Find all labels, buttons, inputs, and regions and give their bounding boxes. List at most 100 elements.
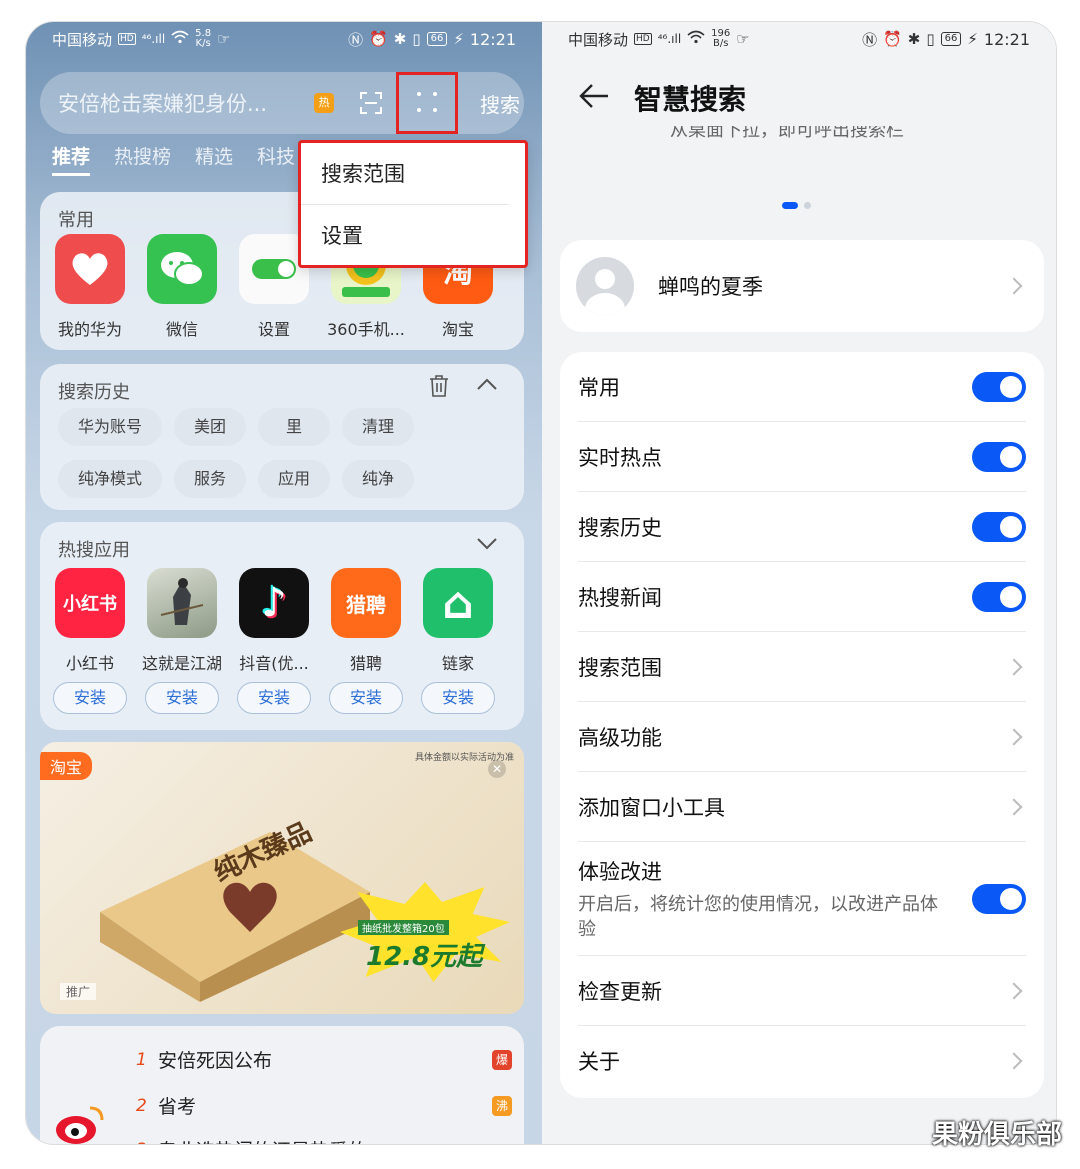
- toggle-switch[interactable]: [972, 511, 1026, 542]
- install-button[interactable]: 安装: [237, 682, 311, 714]
- news-item[interactable]: 2 省考 沸: [136, 1092, 512, 1119]
- news-badge: 沸: [492, 1095, 512, 1116]
- history-chip[interactable]: 应用: [258, 460, 331, 498]
- hand-icon: ☞: [736, 30, 750, 48]
- news-item[interactable]: 1 安倍死因公布 爆: [136, 1046, 512, 1073]
- app-label: 淘宝: [441, 320, 474, 339]
- tissue-box-image: [80, 802, 380, 1006]
- toggle-switch[interactable]: [972, 581, 1026, 612]
- install-button[interactable]: 安装: [421, 682, 495, 714]
- setting-row-hot-news[interactable]: 热搜新闻: [578, 562, 1026, 632]
- app-label: 小红书: [65, 654, 114, 673]
- hot-apps-card: 热搜应用 小红书 小红书 安装 这就是江湖 安装 ♪ 抖音(优... 安装 猎聘…: [40, 522, 524, 730]
- setting-row-about[interactable]: 关于: [578, 1026, 1026, 1096]
- toggle-switch[interactable]: [972, 371, 1026, 402]
- setting-row-realtime-hot[interactable]: 实时热点: [578, 422, 1026, 492]
- app-wechat[interactable]: 微信: [136, 234, 228, 340]
- setting-label: 检查更新: [578, 979, 662, 1004]
- search-input[interactable]: 安倍枪击案嫌犯身份...: [58, 88, 290, 118]
- search-panel: 中国移动 HD ⁴⁶.ıll 5.8 K/s ☞ Ⓝ ⏰ ✱ ▯ 66 ⚡ 12:…: [26, 22, 542, 1144]
- news-item[interactable]: 3 专业选热门的还是热爱的: [136, 1136, 512, 1145]
- page-dot: [804, 202, 811, 209]
- chevron-right-icon: [1005, 277, 1023, 295]
- history-chip[interactable]: 纯净: [342, 460, 415, 498]
- history-chip[interactable]: 清理: [342, 408, 415, 446]
- install-button[interactable]: 安装: [329, 682, 403, 714]
- history-chip[interactable]: 纯净模式: [58, 460, 163, 498]
- status-time: 12:21: [469, 29, 516, 49]
- chevron-right-icon: [1005, 982, 1023, 999]
- setting-row-common[interactable]: 常用: [578, 352, 1026, 422]
- hot-app-liepin[interactable]: 猎聘 猎聘 安装: [320, 568, 412, 714]
- hot-app-xiaohongshu[interactable]: 小红书 小红书 安装: [44, 568, 136, 714]
- history-chip[interactable]: 里: [258, 408, 331, 446]
- news-rank: 3: [136, 1140, 158, 1145]
- hd-icon: HD: [118, 33, 136, 45]
- history-chip-list: 华为账号 美团 里 清理 纯净模式 服务 应用 纯净: [58, 408, 458, 498]
- setting-row-add-widget[interactable]: 添加窗口小工具: [578, 772, 1026, 842]
- screenshot-frame: 中国移动 HD ⁴⁶.ıll 5.8 K/s ☞ Ⓝ ⏰ ✱ ▯ 66 ⚡ 12:…: [26, 22, 1056, 1144]
- back-arrow-icon[interactable]: [578, 80, 610, 112]
- setting-label: 常用: [578, 375, 620, 400]
- carrier-label: 中国移动: [52, 30, 113, 49]
- more-menu-button[interactable]: [396, 72, 458, 134]
- weibo-icon: [54, 1102, 106, 1144]
- install-button[interactable]: 安装: [53, 682, 127, 714]
- news-title: 省考: [158, 1096, 197, 1118]
- tab-featured[interactable]: 精选: [195, 142, 233, 176]
- tab-tech[interactable]: 科技: [257, 142, 295, 176]
- chevron-up-icon[interactable]: [476, 376, 498, 395]
- setting-row-experience[interactable]: 体验改进 开启后，将统计您的使用情况，以改进产品体验: [578, 842, 1026, 956]
- toggle-switch[interactable]: [972, 883, 1026, 914]
- setting-label: 热搜新闻: [578, 585, 662, 610]
- wechat-icon: [147, 234, 217, 304]
- close-icon[interactable]: ✕: [488, 760, 506, 778]
- battery-icon: 66: [940, 32, 962, 46]
- intro-text-clipped: 从桌面下拉，即可呼出搜索栏: [670, 126, 904, 140]
- chevron-right-icon: [1005, 658, 1023, 675]
- app-my-huawei[interactable]: 我的华为: [44, 234, 136, 340]
- tab-recommend[interactable]: 推荐: [52, 142, 91, 176]
- hand-icon: ☞: [217, 30, 231, 48]
- toggle-switch[interactable]: [972, 441, 1026, 472]
- search-history-card: 搜索历史 华为账号 美团 里 清理 纯净模式 服务 应用 纯净: [40, 364, 524, 510]
- page-title: 智慧搜索: [634, 83, 747, 116]
- menu-item-settings[interactable]: 设置: [301, 205, 525, 267]
- status-bar: 中国移动 HD ⁴⁶.ıll 196 B/s ☞ Ⓝ ⏰ ✱ ▯ 66 ⚡ 12:…: [542, 22, 1056, 56]
- history-title: 搜索历史: [58, 382, 130, 403]
- lianjia-icon: ⌂: [423, 568, 493, 638]
- install-button[interactable]: 安装: [145, 682, 219, 714]
- ad-price: 12.8元起: [366, 942, 483, 972]
- trash-icon[interactable]: [428, 374, 450, 402]
- account-row[interactable]: 蝉鸣的夏季: [560, 240, 1044, 332]
- setting-row-search-scope[interactable]: 搜索范围: [578, 632, 1026, 702]
- charging-icon: ⚡: [967, 30, 978, 48]
- setting-row-search-history[interactable]: 搜索历史: [578, 492, 1026, 562]
- app-label: 360手机...: [327, 320, 405, 339]
- tab-hot-list[interactable]: 热搜榜: [114, 142, 171, 176]
- app-label: 猎聘: [349, 654, 382, 673]
- setting-description: 开启后，将统计您的使用情况，以改进产品体验: [578, 893, 938, 940]
- history-chip[interactable]: 华为账号: [58, 408, 163, 446]
- hot-app-douyin[interactable]: ♪ 抖音(优... 安装: [228, 568, 320, 714]
- huawei-heart-icon: [55, 234, 125, 304]
- search-button[interactable]: 搜索: [480, 89, 520, 118]
- setting-label: 体验改进: [578, 859, 662, 884]
- hot-app-lianjia[interactable]: ⌂ 链家 安装: [412, 568, 504, 714]
- history-chip[interactable]: 服务: [174, 460, 247, 498]
- taobao-ad-banner[interactable]: 淘宝 具体金额以实际活动为准 纯木臻品 抽纸批发整箱20包 12.8元起 推广 …: [40, 742, 524, 1014]
- setting-row-check-update[interactable]: 检查更新: [578, 956, 1026, 1026]
- setting-row-advanced[interactable]: 高级功能: [578, 702, 1026, 772]
- history-chip[interactable]: 美团: [174, 408, 247, 446]
- menu-item-search-scope[interactable]: 搜索范围: [301, 143, 509, 205]
- search-bar[interactable]: 安倍枪击案嫌犯身份... 热 搜索: [40, 72, 524, 134]
- hot-apps-list: 小红书 小红书 安装 这就是江湖 安装 ♪ 抖音(优... 安装 猎聘 猎聘 安…: [44, 568, 528, 714]
- hot-app-jianghu[interactable]: 这就是江湖 安装: [136, 568, 228, 714]
- scan-icon[interactable]: [360, 92, 382, 114]
- chevron-down-icon[interactable]: [476, 536, 498, 555]
- ad-sub: 抽纸批发整箱20包: [358, 920, 449, 935]
- signal-icon: ⁴⁶.ıll: [657, 32, 682, 46]
- vibrate-icon: ▯: [926, 30, 935, 48]
- app-label: 抖音(优...: [239, 654, 309, 673]
- common-title: 常用: [58, 210, 94, 231]
